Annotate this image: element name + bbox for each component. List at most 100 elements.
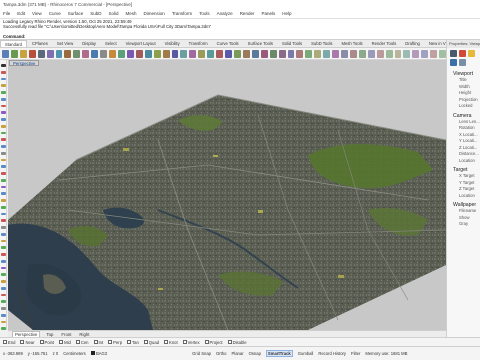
left-tool-icon[interactable] (0, 165, 6, 168)
osnap-checkbox[interactable] (164, 340, 169, 344)
toolbar-tool-icon[interactable] (323, 49, 331, 58)
toolbar-tool-icon[interactable] (305, 49, 313, 58)
osnap-checkbox[interactable] (59, 340, 64, 344)
left-tool-icon[interactable] (0, 246, 6, 249)
units[interactable]: Centimeters (63, 351, 86, 356)
menu-render[interactable]: Render (240, 11, 255, 16)
left-tool-icon[interactable] (0, 232, 6, 236)
toolbar-tool-icon[interactable] (28, 49, 36, 58)
toolbar-tool-icon[interactable] (37, 49, 45, 58)
property-row[interactable]: Gray (447, 221, 480, 228)
left-tool-icon[interactable] (0, 219, 6, 222)
toolbar-tool-icon[interactable] (242, 49, 250, 58)
tab-surface-tools[interactable]: Surface Tools (244, 40, 277, 47)
toolbar-tool-icon[interactable] (251, 49, 259, 58)
osnap-checkbox[interactable] (127, 340, 132, 344)
left-tool-icon[interactable] (0, 192, 6, 195)
toolbar-tool-icon[interactable] (126, 49, 134, 58)
menu-tools[interactable]: Tools (199, 11, 210, 16)
osnap-checkbox[interactable] (39, 340, 44, 344)
osnap-checkbox[interactable] (20, 340, 25, 344)
toolbar-tool-icon[interactable] (55, 49, 63, 58)
menu-file[interactable]: File (3, 11, 10, 16)
property-row[interactable]: Locked (447, 103, 480, 110)
osnap-checkbox[interactable] (204, 340, 209, 344)
view-tab-top[interactable]: Top (44, 332, 55, 337)
left-tool-icon[interactable] (0, 178, 6, 182)
tab-solid-tools[interactable]: Solid Tools (278, 40, 306, 47)
toolbar-tool-icon[interactable] (100, 49, 108, 58)
viewport-title[interactable]: Perspective (9, 60, 40, 66)
toolbar-tool-icon[interactable] (225, 49, 232, 58)
toolbar-tool-icon[interactable] (64, 49, 72, 58)
left-tool-icon[interactable] (0, 212, 6, 216)
menu-mesh[interactable]: Mesh (126, 11, 137, 16)
perspective-viewport[interactable]: Perspective (8, 60, 446, 330)
smarttrack-toggle[interactable]: SmartTrack (265, 350, 293, 357)
menu-help[interactable]: Help (282, 11, 291, 16)
osnap-checkbox[interactable] (143, 340, 148, 344)
property-row[interactable]: Location (447, 193, 480, 200)
property-row[interactable]: Location (447, 158, 480, 165)
osnap-checkbox[interactable] (108, 340, 113, 344)
menu-panels[interactable]: Panels (261, 11, 275, 16)
ortho-toggle[interactable]: Ortho (216, 351, 226, 356)
toolbar-tool-icon[interactable] (109, 49, 116, 58)
tab-viewport-layout[interactable]: Viewport Layout (122, 40, 160, 47)
toolbar-tool-icon[interactable] (394, 49, 402, 58)
tab-select[interactable]: Select (101, 40, 121, 47)
layers-icon[interactable] (459, 59, 466, 66)
left-tool-icon[interactable] (0, 253, 6, 256)
toolbar-tool-icon[interactable] (341, 49, 348, 58)
left-tool-icon[interactable] (0, 151, 6, 155)
osnap-perp[interactable]: Perp (108, 340, 122, 345)
left-tool-icon[interactable] (0, 138, 6, 141)
toolbar-tool-icon[interactable] (117, 49, 125, 58)
osnap-quad[interactable]: Quad (143, 340, 159, 345)
osnap-checkbox[interactable] (93, 340, 98, 344)
toolbar-tool-icon[interactable] (358, 49, 366, 58)
tab-display[interactable]: Display (78, 40, 100, 47)
tab-standard[interactable]: Standard (0, 40, 27, 47)
left-tool-icon[interactable] (0, 104, 6, 108)
left-tool-icon[interactable] (0, 84, 6, 87)
toolbar-tool-icon[interactable] (314, 49, 322, 58)
toolbar-tool-icon[interactable] (349, 49, 357, 58)
osnap-checkbox[interactable] (182, 340, 187, 344)
osnap-near[interactable]: Near (20, 340, 35, 345)
toolbar-tool-icon[interactable] (207, 49, 215, 58)
toolbar-tool-icon[interactable] (412, 49, 420, 58)
left-tool-icon[interactable] (0, 111, 6, 114)
toolbar-tool-icon[interactable] (332, 49, 340, 58)
osnap-knot[interactable]: Knot (164, 340, 178, 345)
left-tool-icon[interactable] (0, 145, 6, 148)
grid-snap-toggle[interactable]: Grid Snap (192, 351, 211, 356)
left-tool-icon[interactable] (0, 259, 6, 263)
toolbar-tool-icon[interactable] (385, 49, 393, 58)
osnap-point[interactable]: Point (39, 340, 54, 345)
toolbar-tool-icon[interactable] (162, 49, 170, 58)
toolbar-tool-icon[interactable] (82, 49, 90, 58)
toolbar-tool-icon[interactable] (367, 49, 375, 58)
planar-toggle[interactable]: Planar (231, 351, 243, 356)
tab-mesh-tools[interactable]: Mesh Tools (337, 40, 366, 47)
toolbar-tool-icon[interactable] (135, 49, 143, 58)
toolbar-tool-icon[interactable] (233, 49, 241, 58)
sun-icon[interactable] (468, 50, 475, 57)
osnap-project[interactable]: Project (204, 340, 223, 345)
toolbar-tool-icon[interactable] (10, 49, 18, 58)
menu-view[interactable]: View (32, 11, 42, 16)
left-tool-icon[interactable] (0, 273, 6, 276)
toolbar-tool-icon[interactable] (2, 49, 9, 58)
osnap-vertex[interactable]: Vertex (182, 340, 200, 345)
menu-transform[interactable]: Transform (172, 11, 192, 16)
left-tool-icon[interactable] (0, 118, 6, 121)
osnap-toggle[interactable]: Osnap (249, 351, 261, 356)
view-tab-right[interactable]: Right (77, 332, 91, 337)
left-tool-icon[interactable] (0, 286, 6, 290)
menu-analyze[interactable]: Analyze (217, 11, 233, 16)
left-tool-icon[interactable] (0, 185, 6, 189)
toolbar-tool-icon[interactable] (73, 49, 81, 58)
tab-render-tools[interactable]: Render Tools (368, 40, 401, 47)
toolbar-tool-icon[interactable] (189, 49, 197, 58)
